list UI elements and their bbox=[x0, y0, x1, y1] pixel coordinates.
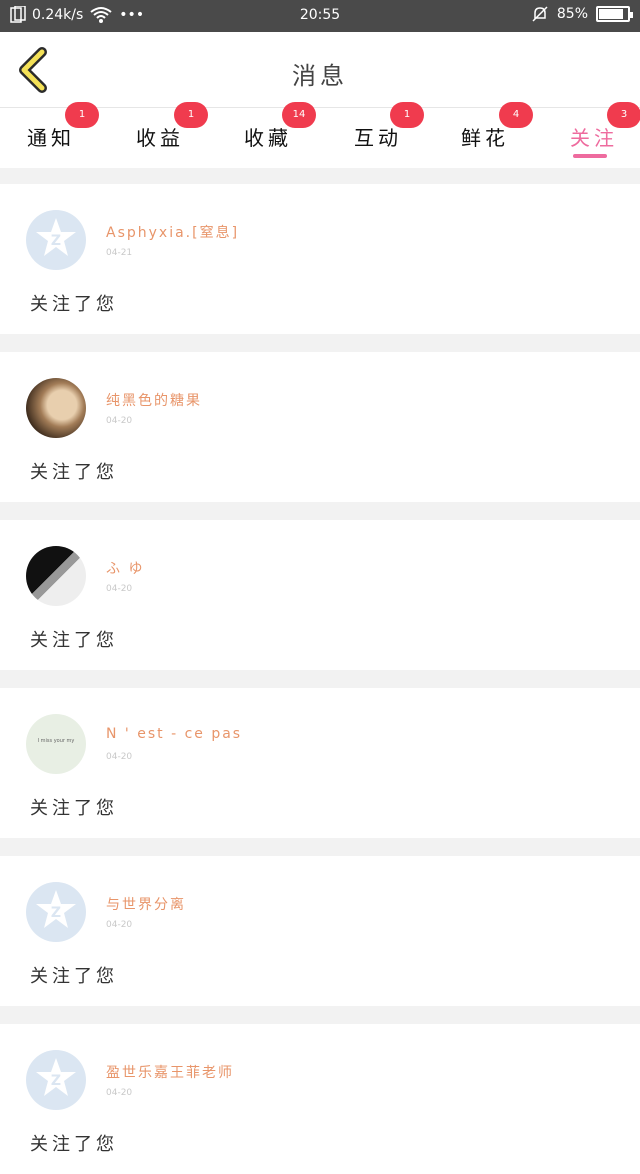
battery-icon bbox=[596, 6, 633, 22]
avatar[interactable] bbox=[26, 546, 86, 606]
user-name[interactable]: N ' est - ce pas bbox=[106, 726, 242, 742]
tab-badge: 4 bbox=[499, 102, 533, 128]
tab-badge: 3 bbox=[607, 102, 640, 128]
list-item[interactable]: Z 与世界分离 04-20 关注了您 bbox=[0, 856, 640, 1006]
tab-label: 关注 bbox=[570, 126, 618, 150]
message-date: 04-20 bbox=[106, 584, 133, 594]
tab-label: 收益 bbox=[136, 126, 184, 150]
tab-badge: 1 bbox=[390, 102, 424, 128]
svg-text:Z: Z bbox=[51, 1073, 61, 1089]
tab-bar: 通知 1 收益 1 收藏 14 互动 1 鲜花 4 关注 3 bbox=[0, 102, 640, 168]
avatar-caption: I miss your my bbox=[37, 738, 75, 744]
user-name[interactable]: ふ ゆ bbox=[106, 558, 144, 578]
message-date: 04-21 bbox=[106, 248, 133, 258]
tab-flowers[interactable]: 鲜花 4 bbox=[461, 102, 561, 168]
message-text: 关注了您 bbox=[30, 798, 118, 819]
list-item[interactable]: I miss your my N ' est - ce pas 04-20 关注… bbox=[0, 688, 640, 838]
message-date: 04-20 bbox=[106, 752, 133, 762]
tab-label: 鲜花 bbox=[461, 126, 509, 150]
tab-label: 收藏 bbox=[244, 126, 292, 150]
user-name[interactable]: 与世界分离 bbox=[106, 894, 186, 914]
default-avatar-icon: Z bbox=[36, 890, 76, 928]
list-item[interactable]: 纯黑色的糖果 04-20 关注了您 bbox=[0, 352, 640, 502]
tab-follow[interactable]: 关注 3 bbox=[570, 102, 640, 168]
battery-percent: 85% bbox=[556, 6, 588, 22]
list-item[interactable]: Z Asphyxia.[窒息] 04-21 关注了您 bbox=[0, 184, 640, 334]
tab-notify[interactable]: 通知 1 bbox=[27, 102, 127, 168]
message-date: 04-20 bbox=[106, 1088, 133, 1098]
message-date: 04-20 bbox=[106, 416, 133, 426]
message-date: 04-20 bbox=[106, 920, 133, 930]
battery-fill bbox=[599, 9, 623, 19]
bell-muted-icon bbox=[532, 6, 548, 22]
tab-label: 通知 bbox=[27, 126, 75, 150]
avatar[interactable]: Z bbox=[26, 1050, 86, 1110]
tab-earnings[interactable]: 收益 1 bbox=[136, 102, 236, 168]
status-right: 85% bbox=[531, 5, 633, 23]
message-text: 关注了您 bbox=[30, 966, 118, 987]
message-text: 关注了您 bbox=[30, 630, 118, 651]
user-name[interactable]: 盈世乐嘉王菲老师 bbox=[106, 1062, 234, 1082]
tab-badge: 1 bbox=[65, 102, 99, 128]
svg-text:Z: Z bbox=[51, 233, 61, 249]
tab-favorites[interactable]: 收藏 14 bbox=[244, 102, 344, 168]
avatar[interactable]: I miss your my bbox=[26, 714, 86, 774]
default-avatar-icon: Z bbox=[36, 1058, 76, 1096]
user-name[interactable]: 纯黑色的糖果 bbox=[106, 390, 202, 410]
list-item[interactable]: ふ ゆ 04-20 关注了您 bbox=[0, 520, 640, 670]
tab-interaction[interactable]: 互动 1 bbox=[354, 102, 454, 168]
page-title: 消息 bbox=[292, 62, 348, 90]
tab-label: 互动 bbox=[354, 126, 402, 150]
tab-badge: 1 bbox=[174, 102, 208, 128]
default-avatar-icon: Z bbox=[36, 218, 76, 256]
avatar[interactable] bbox=[26, 378, 86, 438]
svg-text:Z: Z bbox=[51, 905, 61, 921]
tab-badge: 14 bbox=[282, 102, 316, 128]
user-name[interactable]: Asphyxia.[窒息] bbox=[106, 222, 239, 242]
nav-bar: 消息 bbox=[0, 32, 640, 108]
message-text: 关注了您 bbox=[30, 294, 118, 315]
status-bar: 0.24k/s ••• 20:55 85% bbox=[0, 0, 640, 32]
avatar[interactable]: Z bbox=[26, 210, 86, 270]
message-text: 关注了您 bbox=[30, 1134, 118, 1155]
list-item[interactable]: Z 盈世乐嘉王菲老师 04-20 关注了您 bbox=[0, 1024, 640, 1174]
avatar[interactable]: Z bbox=[26, 882, 86, 942]
active-tab-indicator bbox=[573, 154, 607, 158]
message-text: 关注了您 bbox=[30, 462, 118, 483]
